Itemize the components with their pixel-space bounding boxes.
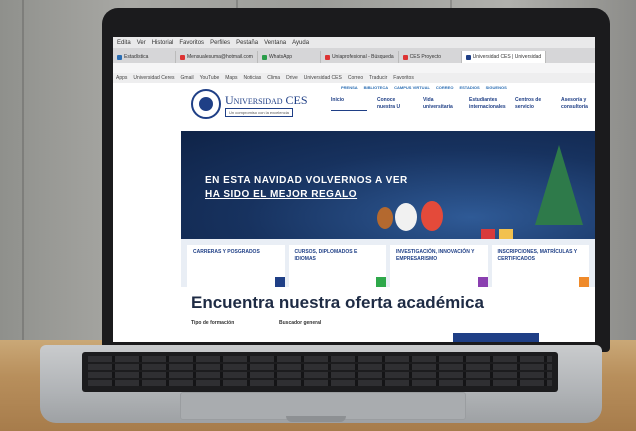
browser-tab[interactable]: Mensualesuma@hotmail.com — [176, 51, 258, 63]
arrow-icon[interactable] — [376, 277, 386, 287]
menu-item[interactable]: Historial — [152, 40, 174, 46]
bookmark-item[interactable]: Maps — [225, 75, 237, 81]
key-row — [88, 356, 552, 362]
category-card-label: INSCRIPCIONES, MATRÍCULAS Y CERTIFICADOS — [497, 249, 577, 262]
bookmark-item[interactable]: Universidad Ceres — [133, 75, 174, 81]
address-bar[interactable] — [113, 63, 595, 73]
bookmarks-bar: Apps Universidad Ceres Gmail YouTube Maps Not… — [113, 73, 595, 83]
tab-label: Mensualesuma@hotmail.com — [187, 54, 253, 60]
tab-favicon-icon — [261, 54, 267, 60]
bookmark-item[interactable]: Traducir — [369, 75, 387, 81]
browser-tab[interactable]: Uniaprofesional - Búsqueda — [321, 51, 399, 63]
tab-favicon-icon — [465, 54, 471, 60]
main-nav-link[interactable]: Estudiantes internacionales — [469, 97, 506, 111]
bookmark-item[interactable]: Drive — [286, 75, 298, 81]
tab-favicon-icon — [117, 54, 122, 60]
bookmark-item[interactable]: Gmail — [181, 75, 194, 81]
category-cards: CARRERAS Y POSGRADOS CURSOS, DIPLOMADOS E… — [181, 239, 595, 287]
laptop-notch — [286, 416, 346, 422]
main-nav-link[interactable]: Centros de servicio — [515, 97, 551, 111]
bookmark-item[interactable]: Apps — [116, 75, 127, 81]
top-nav-link[interactable]: PRENSA — [341, 85, 358, 90]
bookmark-item[interactable]: Favoritos — [393, 75, 414, 81]
christmas-tree-icon — [535, 145, 583, 225]
key-row — [88, 380, 552, 386]
tab-favicon-icon — [402, 54, 408, 60]
key-row — [88, 372, 552, 378]
wall-plank — [22, 0, 24, 355]
hero-headline: EN ESTA NAVIDAD VOLVERNOS A VER — [205, 175, 408, 186]
browser-tab[interactable]: Universidad CES | Universidad — [461, 51, 547, 63]
arrow-icon[interactable] — [274, 277, 285, 287]
filter-type-label: Tipo de formación — [191, 320, 235, 326]
tab-favicon-icon — [324, 54, 330, 60]
hero-banner[interactable]: EN ESTA NAVIDAD VOLVERNOS A VER HA SIDO … — [181, 131, 595, 239]
tab-favicon-icon — [180, 54, 185, 60]
top-nav-link[interactable]: SIGUENOS — [486, 85, 507, 90]
arrow-icon[interactable] — [477, 277, 488, 287]
gift-icon — [481, 229, 495, 239]
tab-label: Estadística — [124, 54, 149, 60]
main-nav-link[interactable]: Inicio — [331, 97, 367, 111]
oferta-section: Encuentra nuestra oferta académica Tipo … — [181, 287, 595, 342]
menu-item[interactable]: Ventana — [264, 40, 286, 46]
category-card-label: INVESTIGACIÓN, INNOVACIÓN Y EMPRESARISMO — [396, 249, 475, 262]
category-card[interactable]: CARRERAS Y POSGRADOS — [187, 245, 285, 287]
reindeer-icon — [377, 207, 393, 229]
tab-label: Uniaprofesional - Búsqueda — [331, 54, 394, 60]
browser-menubar: Edita Ver Historial Favoritos Perfiles P… — [113, 37, 595, 48]
top-nav-link[interactable]: BIBLIOTECA — [364, 85, 388, 90]
bookmark-item[interactable]: Clima — [267, 75, 280, 81]
main-nav: Inicio Conoce nuestra U Vida universitaria… — [331, 97, 595, 111]
bookmark-item[interactable]: Universidad CES — [304, 75, 342, 81]
category-card[interactable]: INSCRIPCIONES, MATRÍCULAS Y CERTIFICADOS — [491, 245, 589, 287]
oferta-title: Encuentra nuestra oferta académica — [191, 293, 484, 312]
browser-tabbar: Estadística Mensualesuma@hotmail.com Whats… — [113, 48, 595, 63]
bookmark-item[interactable]: YouTube — [200, 75, 220, 81]
laptop-screen: Edita Ver Historial Favoritos Perfiles P… — [113, 37, 595, 342]
university-seal-icon[interactable] — [191, 89, 221, 119]
bookmark-item[interactable]: Correo — [348, 75, 363, 81]
logo-name[interactable]: Universidad CES — [225, 93, 308, 108]
category-card-label: CARRERAS Y POSGRADOS — [193, 249, 260, 255]
menu-item[interactable]: Ver — [137, 40, 146, 46]
browser-tab[interactable]: Estadística — [113, 51, 176, 63]
category-card-label: CURSOS, DIPLOMADOS E IDIOMAS — [294, 249, 358, 262]
arrow-icon[interactable] — [579, 277, 589, 287]
menu-item[interactable]: Pestaña — [236, 40, 258, 46]
menu-item[interactable]: Edita — [117, 40, 131, 46]
main-nav-link[interactable]: Conoce nuestra U — [377, 97, 413, 111]
tab-label: Universidad CES | Universidad — [472, 54, 542, 60]
browser-tab[interactable]: WhatsApp — [258, 51, 321, 63]
santa-icon — [421, 201, 443, 231]
site-header: Universidad CES Un compromiso con la exc… — [181, 83, 595, 131]
top-nav: PRENSA BIBLIOTECA CAMPUS VIRTUAL CORREO ESTA… — [341, 85, 507, 90]
menu-item[interactable]: Ayuda — [292, 40, 309, 46]
category-card[interactable]: INVESTIGACIÓN, INNOVACIÓN Y EMPRESARISMO — [390, 245, 488, 287]
polar-bear-icon — [395, 203, 417, 231]
browser-tab[interactable]: CES Proyecto — [399, 51, 462, 63]
search-button[interactable] — [453, 333, 539, 342]
gift-icon — [499, 229, 513, 239]
top-nav-link[interactable]: ESTADIOS — [459, 85, 479, 90]
menu-item[interactable]: Favoritos — [179, 40, 204, 46]
bookmark-item[interactable]: Noticias — [244, 75, 262, 81]
hero-subheadline[interactable]: HA SIDO EL MEJOR REGALO — [205, 189, 357, 200]
top-nav-link[interactable]: CORREO — [436, 85, 454, 90]
logo-tagline: Un compromiso con la excelencia — [225, 108, 293, 117]
tab-label: CES Proyecto — [409, 54, 442, 60]
filter-search-label: Buscador general — [279, 320, 322, 326]
top-nav-link[interactable]: CAMPUS VIRTUAL — [394, 85, 430, 90]
main-nav-link[interactable]: Vida universitaria — [423, 97, 459, 111]
menu-item[interactable]: Perfiles — [210, 40, 230, 46]
main-nav-link[interactable]: Asesoría y consultoría — [561, 97, 595, 111]
key-row — [88, 364, 552, 370]
category-card[interactable]: CURSOS, DIPLOMADOS E IDIOMAS — [288, 245, 386, 287]
tab-label: WhatsApp — [268, 54, 293, 60]
